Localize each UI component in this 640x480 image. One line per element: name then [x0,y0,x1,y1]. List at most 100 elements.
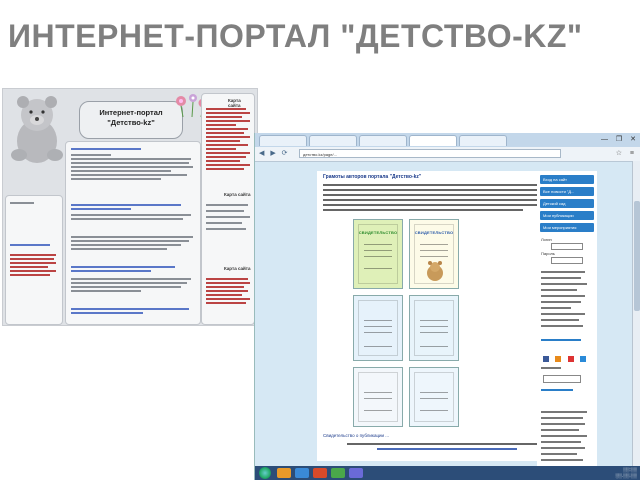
text-line [71,214,191,216]
nav-arrows-icon[interactable]: ◀ ▶ ⟳ [259,149,290,157]
certificate-image[interactable]: СВИДЕТЕЛЬСТВО [409,219,459,289]
text-line [71,174,187,176]
text-line [541,277,581,279]
text-line [541,435,587,437]
link-line [206,108,246,110]
link-line [206,286,244,288]
news-heading-line [71,266,175,268]
link-line [206,148,236,150]
link-line [206,298,250,300]
right-sidebar: Вход на сайт Все новости "Д... Детский с… [537,171,597,471]
taskbar-app-icon[interactable] [313,468,327,478]
search-input[interactable] [543,375,581,383]
link-line [10,258,54,260]
portal-title-line2: "Детство-kz" [107,118,155,127]
social-icons[interactable] [543,349,591,362]
text-line [71,286,181,288]
news-heading-line [71,312,143,314]
sidebar-item-publications[interactable]: Мои публикации [540,211,594,220]
certificate-image[interactable] [409,367,459,427]
url-input[interactable]: детство.kz/page/... [299,149,561,158]
browser-tab[interactable] [459,135,507,146]
sidebar-item-news[interactable]: Все новости "Д... [540,187,594,196]
text-line [71,240,189,242]
browser-tab[interactable] [259,135,307,146]
link-line [206,136,250,138]
footer-link[interactable]: Свидетельство о публикации ... [323,433,389,438]
text-line [71,278,191,280]
certificate-image[interactable] [353,295,403,361]
text-line [10,202,34,204]
news-heading-line [71,308,189,310]
text-line [206,228,246,230]
text-line [541,429,579,431]
taskbar-app-icon[interactable] [295,468,309,478]
text-line [541,447,585,449]
taskbar-app-icon[interactable] [331,468,345,478]
link-line [206,124,236,126]
page-scrollbar[interactable] [632,161,640,466]
site-map-caption: Карта сайта [228,98,241,108]
sidebar-item-events[interactable]: Мои мероприятия [540,223,594,232]
link-line[interactable] [377,448,517,450]
text-line [323,199,573,201]
link-line [206,164,250,166]
certificate-image[interactable]: СВИДЕТЕЛЬСТВО [353,219,403,289]
star-menu-icon[interactable]: ☆ ≡ [616,149,637,157]
left-widget-column [5,195,63,325]
address-bar: ◀ ▶ ⟳ детство.kz/page/... ☆ ≡ [255,147,640,162]
teddy-bear-image [11,96,63,163]
text-line [347,443,547,445]
portal-title-line1: Интернет-портал [99,108,163,117]
text-line [71,158,191,160]
text-line [206,222,242,224]
text-line [541,283,587,285]
text-line [71,154,111,156]
scroll-thumb[interactable] [634,201,640,311]
browser-screenshot-right: — ❐ ✕ ◀ ▶ ⟳ детство.kz/page/... ☆ ≡ Грам… [254,133,640,480]
site-map-column: Карта сайта Карта сайта Карта сайта [201,93,255,325]
link-line [206,116,242,118]
window-controls[interactable]: — ❐ ✕ [601,135,639,143]
link-line [206,168,244,170]
link-line [10,270,56,272]
link-line [10,262,56,264]
link-line[interactable] [541,389,573,391]
browser-tab[interactable] [359,135,407,146]
page-heading: Грамоты авторов портала "Детство-kz" [323,174,422,180]
site-map-caption: Карта сайта [224,266,251,271]
browser-tab-active[interactable] [409,135,457,146]
password-input[interactable] [551,257,583,264]
certificate-image[interactable] [409,295,459,361]
text-line [541,417,583,419]
text-line [71,236,193,238]
link-line [206,132,244,134]
certificate-title: СВИДЕТЕЛЬСТВО [358,230,398,235]
text-line [71,218,183,220]
link-line [10,274,50,276]
text-line [71,162,189,164]
certificate-title: СВИДЕТЕЛЬСТВО [414,230,454,235]
text-line [323,209,523,211]
windows-taskbar: ░░:░░ ░░.░░.░░ [255,466,640,480]
taskbar-app-icon[interactable] [277,468,291,478]
news-heading-line [71,204,181,206]
link-line [206,140,240,142]
text-line [206,216,250,218]
news-heading-line [71,270,151,272]
link-line [206,302,246,304]
login-input[interactable] [551,243,583,250]
sidebar-item-login[interactable]: Вход на сайт [540,175,594,184]
portal-title-box: Интернет-портал "Детство-kz" [79,101,183,139]
text-line [541,295,585,297]
system-clock[interactable]: ░░:░░ ░░.░░.░░ [615,467,637,479]
text-line [541,271,585,273]
text-line [71,166,193,168]
start-button-icon[interactable] [259,467,271,479]
taskbar-app-icon[interactable] [349,468,363,478]
sidebar-item-kindergarten[interactable]: Детский сад [540,199,594,208]
certificate-image[interactable] [353,367,403,427]
browser-tab[interactable] [309,135,357,146]
link-line[interactable] [541,339,581,341]
slide-title: Интернет-портал "Детство-kz" [8,18,583,54]
